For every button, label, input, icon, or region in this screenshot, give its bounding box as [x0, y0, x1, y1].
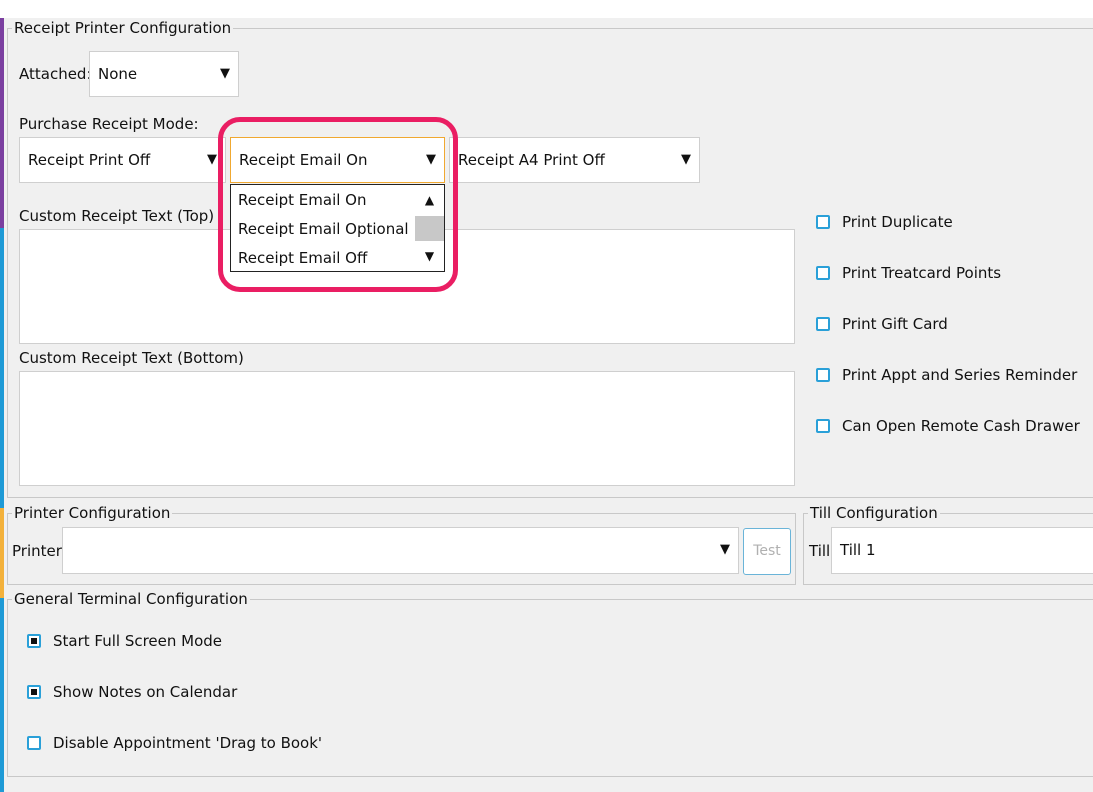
- print-appt-reminder-checkbox[interactable]: [816, 368, 830, 382]
- printer-label: Printer: [12, 542, 62, 560]
- receipt-a4-mode-value: Receipt A4 Print Off: [458, 151, 605, 169]
- attached-select-value: None: [98, 65, 138, 83]
- custom-receipt-bottom-textarea[interactable]: [19, 371, 795, 486]
- purchase-receipt-mode-label: Purchase Receipt Mode:: [19, 115, 199, 133]
- receipt-printer-config-legend: Receipt Printer Configuration: [12, 18, 234, 38]
- top-strip: [0, 0, 1093, 18]
- receipt-print-mode-value: Receipt Print Off: [28, 151, 151, 169]
- till-label: Till: [809, 542, 831, 560]
- till-select[interactable]: Till 1: [831, 527, 1093, 574]
- chevron-down-icon: ▼: [220, 66, 230, 81]
- start-full-screen-label: Start Full Screen Mode: [53, 632, 223, 650]
- printer-config-legend: Printer Configuration: [12, 503, 173, 523]
- attached-select[interactable]: None ▼: [89, 51, 239, 97]
- chevron-down-icon: ▼: [207, 152, 217, 167]
- print-duplicate-checkbox[interactable]: [816, 215, 830, 229]
- disable-drag-to-book-checkbox[interactable]: [27, 736, 41, 750]
- general-terminal-config-legend: General Terminal Configuration: [12, 589, 250, 609]
- left-accent-blue: [0, 228, 4, 508]
- open-remote-cash-drawer-label: Can Open Remote Cash Drawer: [842, 417, 1080, 435]
- till-config-legend: Till Configuration: [808, 503, 940, 523]
- printer-select[interactable]: ▼: [62, 527, 739, 574]
- start-full-screen-checkbox[interactable]: [27, 634, 41, 648]
- chevron-down-icon: ▼: [720, 542, 730, 557]
- print-gift-card-checkbox[interactable]: [816, 317, 830, 331]
- disable-drag-to-book-label: Disable Appointment 'Drag to Book': [53, 734, 323, 752]
- open-remote-cash-drawer-checkbox[interactable]: [816, 419, 830, 433]
- custom-receipt-bottom-label: Custom Receipt Text (Bottom): [19, 349, 244, 367]
- print-treatcard-points-checkbox[interactable]: [816, 266, 830, 280]
- receipt-print-mode-select[interactable]: Receipt Print Off ▼: [19, 137, 226, 183]
- print-treatcard-points-label: Print Treatcard Points: [842, 264, 1002, 282]
- attached-label: Attached:: [19, 65, 92, 83]
- left-accent-purple: [0, 18, 4, 228]
- highlight-annotation: [218, 117, 458, 292]
- left-accent-orange: [0, 508, 4, 598]
- show-notes-calendar-checkbox[interactable]: [27, 685, 41, 699]
- print-appt-reminder-label: Print Appt and Series Reminder: [842, 366, 1078, 384]
- till-select-value: Till 1: [840, 541, 876, 559]
- receipt-a4-mode-select[interactable]: Receipt A4 Print Off ▼: [449, 137, 700, 183]
- test-printer-button[interactable]: Test: [743, 528, 791, 575]
- chevron-down-icon: ▼: [681, 152, 691, 167]
- show-notes-calendar-label: Show Notes on Calendar: [53, 683, 238, 701]
- left-accent-blue-2: [0, 598, 4, 792]
- print-duplicate-label: Print Duplicate: [842, 213, 953, 231]
- print-gift-card-label: Print Gift Card: [842, 315, 948, 333]
- custom-receipt-top-label: Custom Receipt Text (Top): [19, 207, 215, 225]
